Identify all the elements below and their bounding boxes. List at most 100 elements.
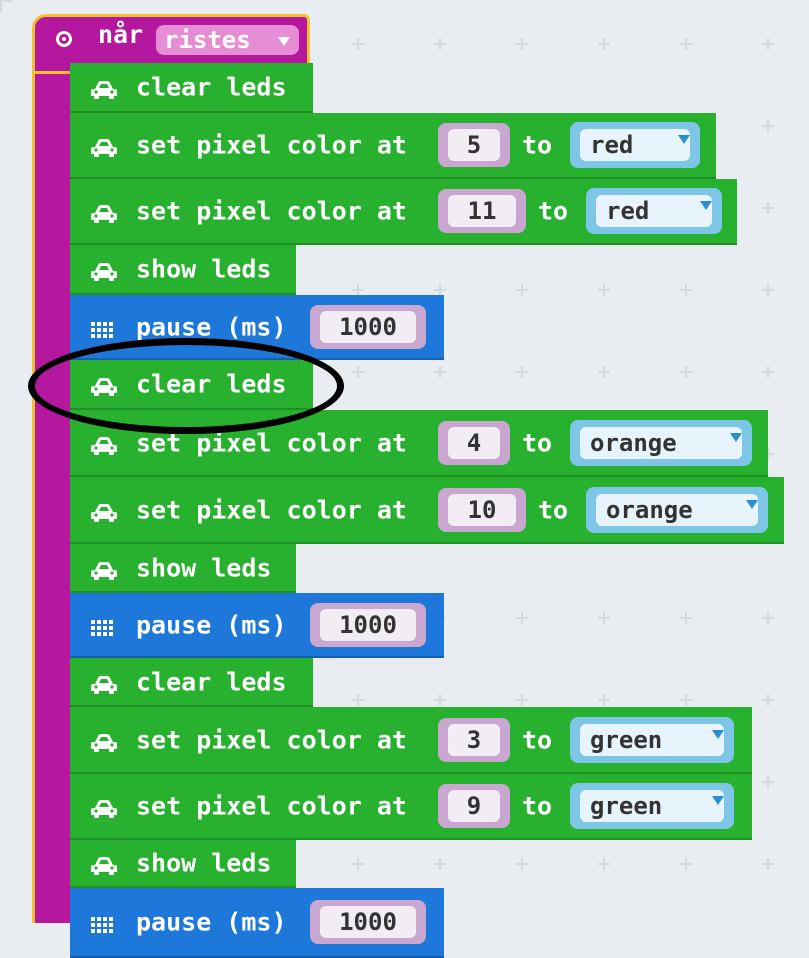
pause-duration-slot[interactable]: 1000: [310, 900, 426, 944]
block-pixel[interactable]: set pixel color at 5 to red: [70, 113, 716, 179]
chevron-down-icon: [746, 499, 758, 509]
pixel-index-value[interactable]: 10: [448, 493, 516, 526]
grid-plus: [680, 612, 692, 624]
chevron-down-icon: [712, 796, 724, 805]
grid-plus: [762, 366, 774, 378]
event-dropdown-value: ristes: [164, 26, 251, 54]
block-pixel[interactable]: set pixel color at 11 to red: [70, 179, 737, 245]
block-pause[interactable]: pause (ms) 1000: [70, 295, 444, 360]
pixel-index-slot[interactable]: 9: [438, 784, 510, 828]
grid-plus: [762, 284, 774, 296]
color-value: orange: [596, 493, 758, 526]
block-label: clear leds: [136, 72, 287, 102]
grid-plus: [434, 38, 446, 50]
block-pixel[interactable]: set pixel color at 9 to green: [70, 774, 752, 840]
grid-plus: [516, 694, 528, 706]
block-label: show leds: [136, 254, 272, 284]
grid-icon: [90, 615, 118, 636]
block-pixel[interactable]: set pixel color at 4 to orange: [70, 410, 768, 477]
grid-icon: [90, 317, 118, 338]
block-pixel[interactable]: set pixel color at 10 to orange: [70, 477, 784, 544]
grid-plus: [762, 858, 774, 870]
to-label: to: [522, 428, 553, 457]
set-pixel-label: set pixel color at: [136, 130, 407, 160]
grid-plus: [434, 858, 446, 870]
event-label: når: [98, 20, 144, 49]
pixel-index-value[interactable]: 4: [448, 426, 500, 459]
set-pixel-label: set pixel color at: [136, 495, 407, 524]
block-pause[interactable]: pause (ms) 1000: [70, 888, 444, 958]
grid-plus: [516, 284, 528, 296]
pixel-index-value[interactable]: 3: [448, 723, 500, 756]
car-icon: [90, 853, 118, 875]
block-statement[interactable]: show leds: [70, 544, 296, 593]
to-label: to: [522, 791, 553, 821]
pause-duration-value[interactable]: 1000: [320, 906, 416, 938]
block-label: show leds: [136, 848, 272, 878]
block-statement[interactable]: show leds: [70, 245, 296, 295]
pixel-index-slot[interactable]: 10: [438, 487, 526, 532]
color-dropdown[interactable]: orange: [586, 486, 768, 533]
grid-plus: [762, 202, 774, 214]
car-icon: [90, 201, 118, 223]
color-dropdown[interactable]: green: [570, 783, 734, 829]
grid-plus: [598, 612, 610, 624]
car-icon: [90, 433, 118, 455]
car-icon: [90, 672, 118, 694]
car-icon: [90, 558, 118, 580]
grid-plus: [352, 694, 364, 706]
set-pixel-label: set pixel color at: [136, 725, 407, 754]
grid-plus: [352, 858, 364, 870]
grid-plus: [598, 694, 610, 706]
pause-label: pause (ms): [136, 312, 287, 341]
pause-duration-value[interactable]: 1000: [320, 608, 416, 641]
block-statement[interactable]: show leds: [70, 840, 296, 888]
grid-plus: [762, 38, 774, 50]
color-value: red: [580, 129, 690, 161]
pixel-index-value[interactable]: 11: [448, 195, 516, 227]
grid-plus: [434, 366, 446, 378]
grid-plus: [434, 694, 446, 706]
pause-duration-value[interactable]: 1000: [320, 310, 416, 343]
pixel-index-slot[interactable]: 3: [438, 717, 510, 762]
car-icon: [90, 730, 118, 752]
grid-plus: [598, 38, 610, 50]
block-statement[interactable]: clear leds: [70, 63, 313, 113]
event-dropdown[interactable]: ristes: [156, 25, 299, 55]
block-pixel[interactable]: set pixel color at 3 to green: [70, 707, 752, 774]
grid-plus: [680, 284, 692, 296]
pause-duration-slot[interactable]: 1000: [310, 602, 426, 647]
color-dropdown[interactable]: red: [570, 122, 700, 168]
set-pixel-label: set pixel color at: [136, 196, 407, 226]
to-label: to: [538, 196, 569, 226]
car-icon: [90, 796, 118, 818]
car-icon: [90, 500, 118, 522]
chevron-down-icon: [678, 135, 690, 144]
pixel-index-value[interactable]: 5: [448, 129, 500, 161]
car-icon: [90, 259, 118, 281]
block-statement[interactable]: clear leds: [70, 360, 313, 410]
to-label: to: [522, 725, 553, 754]
block-label: clear leds: [136, 667, 287, 696]
car-icon: [90, 135, 118, 157]
pause-duration-slot[interactable]: 1000: [310, 304, 426, 349]
color-dropdown[interactable]: red: [586, 188, 722, 234]
color-dropdown[interactable]: orange: [570, 419, 752, 466]
grid-plus: [762, 120, 774, 132]
color-value: green: [580, 790, 724, 822]
block-pause[interactable]: pause (ms) 1000: [70, 593, 444, 658]
grid-plus: [680, 38, 692, 50]
pixel-index-slot[interactable]: 5: [438, 123, 510, 167]
color-value: orange: [580, 426, 742, 459]
event-block-body: [32, 60, 72, 923]
pixel-index-slot[interactable]: 4: [438, 420, 510, 465]
chevron-down-icon: [712, 729, 724, 739]
grid-plus: [516, 38, 528, 50]
grid-plus: [598, 284, 610, 296]
block-label: show leds: [136, 553, 272, 582]
pixel-index-slot[interactable]: 11: [438, 189, 526, 233]
pixel-index-value[interactable]: 9: [448, 790, 500, 822]
block-statement[interactable]: clear leds: [70, 658, 313, 707]
grid-plus: [762, 776, 774, 788]
color-dropdown[interactable]: green: [570, 716, 734, 763]
